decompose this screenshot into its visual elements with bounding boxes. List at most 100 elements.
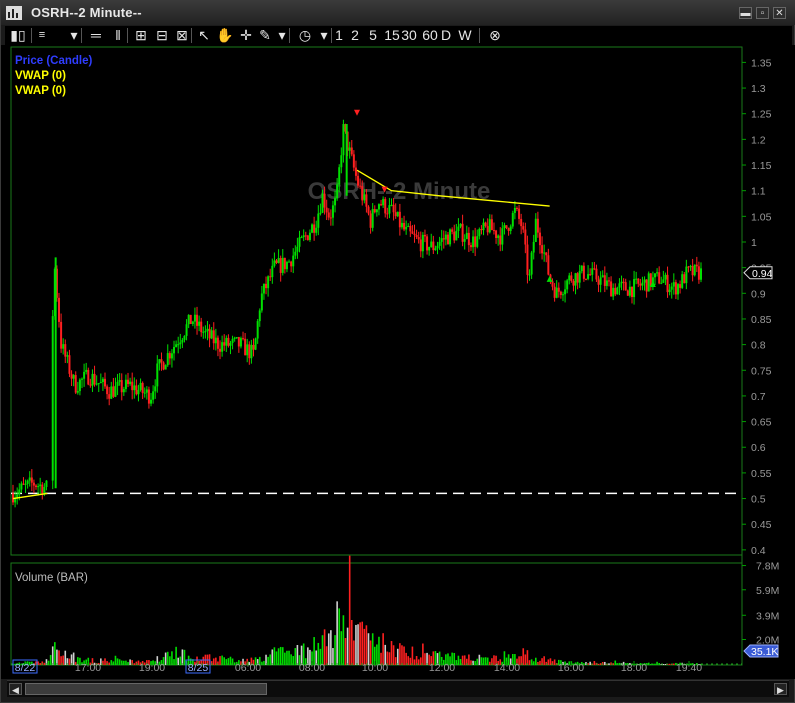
scroll-right-icon[interactable]: ▶ [774, 683, 787, 695]
price-candle [635, 278, 638, 280]
horizontal-scrollbar[interactable]: ◀ ▶ [7, 680, 789, 697]
price-candle [637, 278, 640, 284]
pointer-icon[interactable]: ↖ [195, 27, 213, 44]
hand-icon[interactable]: ✋ [216, 27, 234, 44]
interval-button-W[interactable]: W [457, 27, 473, 44]
price-candle [191, 321, 194, 324]
price-candle [674, 282, 677, 295]
price-candle [18, 489, 21, 495]
price-candle [173, 346, 176, 354]
price-tick-label: 1.15 [751, 160, 772, 172]
price-candle [39, 484, 42, 487]
price-candle [290, 261, 293, 267]
volume-tick-label: 5.9M [756, 585, 779, 597]
price-candle [618, 283, 621, 288]
price-candle [193, 314, 196, 322]
close-circle-icon[interactable]: ⊗ [486, 27, 504, 44]
interval-button-5[interactable]: 5 [365, 27, 381, 44]
toolbar-separator [81, 28, 82, 43]
price-candle [120, 380, 123, 393]
price-candle [534, 218, 537, 242]
interval-button-1[interactable]: 1 [331, 27, 347, 44]
price-candle [687, 266, 690, 268]
volume-tick-label: 3.9M [756, 610, 779, 622]
price-candle [95, 383, 98, 385]
price-candle [564, 289, 567, 295]
price-candle [599, 277, 602, 285]
price-candle [612, 287, 615, 297]
price-candle [409, 225, 412, 232]
x-axis-label: 06:00 [235, 662, 261, 674]
price-candle [574, 273, 577, 286]
close-icon[interactable]: ✕ [773, 7, 786, 19]
price-candle [147, 389, 150, 404]
interval-button-15[interactable]: 15 [384, 27, 400, 44]
price-candle [624, 282, 627, 291]
price-candle [162, 362, 165, 370]
toolbar-separator [479, 28, 480, 43]
zoom-out-icon[interactable]: ⊟ [153, 27, 171, 44]
price-candle [58, 297, 61, 322]
price-candle [584, 278, 587, 280]
scroll-left-icon[interactable]: ◀ [9, 683, 22, 695]
price-candle [693, 264, 696, 276]
price-candle [131, 381, 134, 391]
minimize-icon[interactable]: ▬ [739, 7, 752, 19]
price-candle [118, 380, 121, 382]
crosshair-icon[interactable]: ✛ [237, 27, 255, 44]
price-candle [317, 213, 320, 228]
price-candle [497, 235, 500, 239]
price-candle [187, 314, 190, 325]
interval-button-2[interactable]: 2 [347, 27, 363, 44]
price-candle [137, 389, 140, 395]
price-candle [127, 379, 130, 384]
price-candle [507, 228, 510, 231]
price-candle [697, 266, 700, 280]
x-axis-label: 10:00 [362, 662, 388, 674]
price-candle [99, 382, 102, 384]
price-candle [423, 234, 426, 237]
price-candle [532, 241, 535, 253]
price-candle [453, 231, 456, 241]
bar-style-icon[interactable]: ▮▯ [9, 27, 27, 44]
price-candle [536, 218, 539, 233]
price-candle [363, 194, 366, 201]
pencil-icon[interactable]: ✎ [256, 27, 274, 44]
price-candle [352, 154, 355, 168]
bar-style-icon[interactable]: ≡ [27, 27, 57, 44]
horizontal-lines-icon[interactable]: ═ [87, 27, 105, 44]
price-candle [81, 378, 84, 380]
price-candle [306, 235, 309, 240]
price-candle [72, 375, 75, 379]
zoom-in-icon[interactable]: ⊞ [132, 27, 150, 44]
price-tick-label: 0.85 [751, 314, 772, 326]
price-candle [76, 391, 79, 393]
price-candle [242, 338, 245, 340]
interval-button-30[interactable]: 30 [401, 27, 417, 44]
zoom-fit-icon[interactable]: ⊠ [173, 27, 191, 44]
interval-button-D[interactable]: D [438, 27, 454, 44]
price-candle [62, 344, 65, 349]
scroll-thumb[interactable] [25, 683, 267, 695]
price-candle [258, 310, 261, 322]
price-candle [515, 207, 518, 209]
price-candle [239, 338, 242, 347]
restore-icon[interactable]: ▫ [756, 7, 769, 19]
price-tick-label: 0.4 [751, 545, 766, 557]
chart-area[interactable]: OSRH--2 Minute1.351.31.251.21.151.11.051… [1, 45, 795, 679]
vertical-lines-icon[interactable]: ‖ [109, 27, 127, 44]
clock-icon[interactable]: ◷ [296, 27, 314, 44]
price-candle [488, 219, 491, 233]
interval-button-60[interactable]: 60 [422, 27, 438, 44]
price-candle [308, 232, 311, 240]
price-candle [28, 477, 31, 481]
price-candle [154, 386, 157, 392]
price-candle [145, 389, 148, 393]
x-axis-label: 14:00 [494, 662, 520, 674]
price-candle [185, 324, 188, 336]
price-candle [538, 232, 541, 246]
title-bar[interactable]: OSRH--2 Minute-- ▬ ▫ ✕ [1, 1, 795, 25]
price-candle [321, 193, 324, 213]
price-candle [478, 228, 481, 237]
price-candle [595, 268, 598, 280]
